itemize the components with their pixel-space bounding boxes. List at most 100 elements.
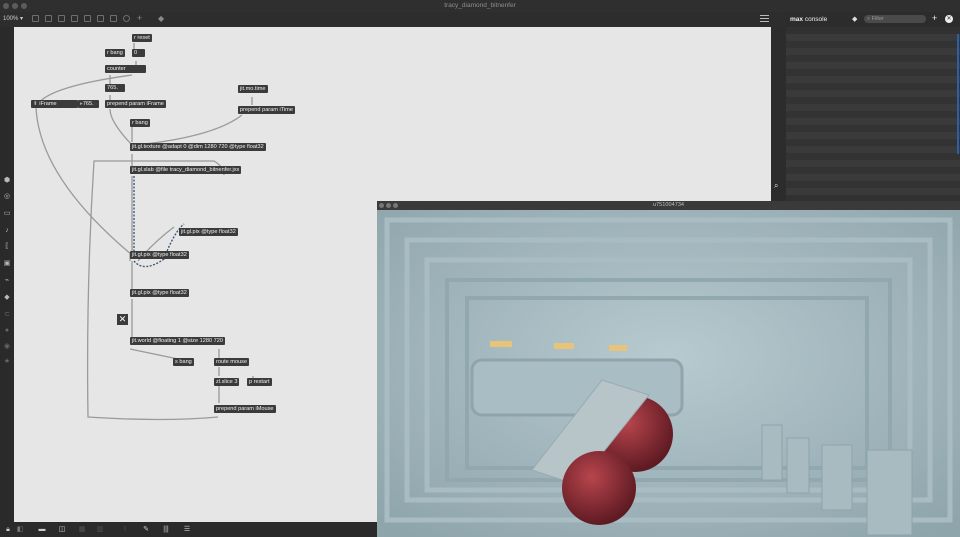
clear-icon[interactable]: ✕ bbox=[945, 15, 953, 23]
param-label[interactable]: ⬍ iFrame bbox=[31, 100, 78, 108]
console-row[interactable] bbox=[786, 153, 960, 160]
filter-input[interactable]: ⌕ Filter bbox=[864, 15, 926, 23]
console-row[interactable] bbox=[786, 167, 960, 174]
cube-icon[interactable]: ⬢ bbox=[3, 177, 11, 185]
comment-icon[interactable] bbox=[58, 15, 65, 22]
patch-object[interactable]: r bang bbox=[105, 49, 125, 57]
patch-object[interactable]: prepend param iMouse bbox=[214, 405, 276, 413]
patch-object[interactable]: jit.world @floating 1 @size 1280 720 bbox=[130, 337, 225, 345]
circle-icon[interactable]: ● bbox=[3, 327, 11, 335]
dial-object-icon[interactable] bbox=[123, 15, 130, 22]
console-row[interactable] bbox=[786, 34, 960, 41]
panel-object-icon[interactable] bbox=[110, 15, 117, 22]
toggle-object-icon[interactable] bbox=[84, 15, 91, 22]
console-row[interactable] bbox=[786, 48, 960, 55]
audio-icon[interactable]: ◆ bbox=[158, 14, 164, 23]
record-icon[interactable]: ◉ bbox=[3, 343, 11, 351]
console-row[interactable] bbox=[786, 104, 960, 111]
toggle-x-icon[interactable]: ✕ bbox=[117, 314, 128, 325]
slider-object-icon[interactable] bbox=[97, 15, 104, 22]
patch-inspector-icon[interactable]: ☰ bbox=[183, 526, 191, 533]
console-row[interactable] bbox=[786, 160, 960, 167]
patch-object[interactable]: r bang bbox=[130, 119, 150, 127]
console-row[interactable] bbox=[786, 188, 960, 195]
lock-icon[interactable]: 🔒︎ bbox=[4, 526, 12, 533]
console-row[interactable] bbox=[786, 118, 960, 125]
console-scrollbar[interactable] bbox=[957, 34, 959, 154]
patch-object[interactable]: p restart bbox=[247, 378, 272, 386]
console-row[interactable] bbox=[786, 146, 960, 153]
package-icon[interactable]: ◆ bbox=[3, 294, 11, 302]
new-view-icon[interactable]: ◫ bbox=[58, 526, 66, 533]
patch-object[interactable]: r reset bbox=[132, 34, 152, 42]
patcher-toolbar: 100% ▾ + ◆ bbox=[0, 12, 786, 27]
console-row[interactable] bbox=[786, 83, 960, 90]
render-minimize-button[interactable] bbox=[386, 203, 391, 208]
box-icon[interactable]: ▭ bbox=[3, 210, 11, 218]
console-row[interactable] bbox=[786, 76, 960, 83]
patch-object[interactable]: prepend param iTime bbox=[238, 106, 295, 114]
patch-object[interactable]: jit.gl.texture @adapt 0 @dim 1280 720 @t… bbox=[130, 143, 266, 151]
add-icon[interactable]: + bbox=[932, 13, 937, 23]
link-icon[interactable]: ⌁ bbox=[3, 277, 11, 285]
music-note-icon[interactable]: ♪ bbox=[3, 227, 11, 235]
number-box[interactable]: ▸765. bbox=[78, 100, 99, 108]
console-row[interactable] bbox=[786, 111, 960, 118]
param-label-text: iFrame bbox=[39, 101, 57, 107]
console-row[interactable] bbox=[786, 139, 960, 146]
right-sidebar-strip: ⌕ bbox=[771, 27, 786, 201]
list-icon[interactable] bbox=[760, 15, 769, 22]
edit-mode-icon[interactable]: ◧ bbox=[16, 526, 24, 533]
debug-icon[interactable]: ⌇ bbox=[121, 526, 129, 533]
number-box[interactable]: 765. bbox=[105, 84, 125, 92]
render-output-image bbox=[377, 210, 960, 537]
console-title: max console bbox=[790, 16, 827, 23]
patch-object[interactable]: zl.slice 3 bbox=[214, 378, 240, 386]
star-icon[interactable]: ★ bbox=[3, 358, 11, 366]
patch-object[interactable]: prepend param iFrame bbox=[105, 100, 166, 108]
render-zoom-button[interactable] bbox=[393, 203, 398, 208]
presentation-icon[interactable]: ▬ bbox=[38, 526, 46, 533]
wrench-icon[interactable]: ✎ bbox=[142, 526, 150, 533]
console-row[interactable] bbox=[786, 174, 960, 181]
patch-object[interactable]: jit.gl.pix @type float32 bbox=[179, 228, 238, 236]
zoom-menu[interactable]: 100% ▾ bbox=[3, 15, 23, 22]
connect-icon[interactable]: ⊂ bbox=[3, 311, 11, 319]
patch-object[interactable]: route mouse bbox=[214, 358, 250, 366]
image-icon[interactable]: ▣ bbox=[3, 260, 11, 268]
patch-object[interactable]: jit.gl.slab @file tracy_diamond_bitnenfe… bbox=[130, 166, 242, 174]
max-console: max console ◆ ⌕ Filter + ✕ bbox=[786, 12, 960, 201]
mixer-icon[interactable]: ||| bbox=[162, 526, 170, 533]
console-row[interactable] bbox=[786, 181, 960, 188]
console-row[interactable] bbox=[786, 41, 960, 48]
left-sidebar: ⬢ ◎ ▭ ♪ ⟦ ▣ ⌁ ◆ ⊂ ● ◉ ★ bbox=[0, 27, 14, 522]
bracket-icon[interactable]: ⟦ bbox=[3, 243, 11, 251]
object-icon[interactable] bbox=[32, 15, 39, 22]
render-close-button[interactable] bbox=[379, 203, 384, 208]
add-object-icon[interactable]: + bbox=[137, 13, 142, 23]
console-row[interactable] bbox=[786, 55, 960, 62]
console-row[interactable] bbox=[786, 125, 960, 132]
patch-object[interactable]: jit.gl.pix @type float32 bbox=[130, 251, 189, 259]
search-icon[interactable]: ⌕ bbox=[774, 181, 778, 191]
render-window[interactable]: u751004734 bbox=[377, 201, 960, 537]
patch-object[interactable]: jit.gl.pix @type float32 bbox=[130, 289, 189, 297]
message-icon[interactable] bbox=[45, 15, 52, 22]
patch-object[interactable]: jit.mo.time bbox=[238, 85, 268, 93]
console-row[interactable] bbox=[786, 132, 960, 139]
patch-object[interactable]: s bang bbox=[173, 358, 194, 366]
console-row[interactable] bbox=[786, 62, 960, 69]
number-box-value: 765. bbox=[82, 101, 94, 107]
render-window-titlebar: u751004734 bbox=[377, 201, 960, 210]
filter-options-icon[interactable]: ◆ bbox=[852, 15, 857, 23]
console-row[interactable] bbox=[786, 90, 960, 97]
patch-object[interactable]: counter bbox=[105, 65, 146, 73]
target-icon[interactable]: ◎ bbox=[3, 193, 11, 201]
snap-icon[interactable]: ▥ bbox=[96, 526, 104, 533]
console-row[interactable] bbox=[786, 97, 960, 104]
console-row[interactable] bbox=[786, 69, 960, 76]
patch-message[interactable]: 0 bbox=[132, 49, 145, 57]
button-object-icon[interactable] bbox=[71, 15, 78, 22]
console-title-rest: console bbox=[804, 16, 828, 23]
grid-icon[interactable]: ▦ bbox=[78, 526, 86, 533]
